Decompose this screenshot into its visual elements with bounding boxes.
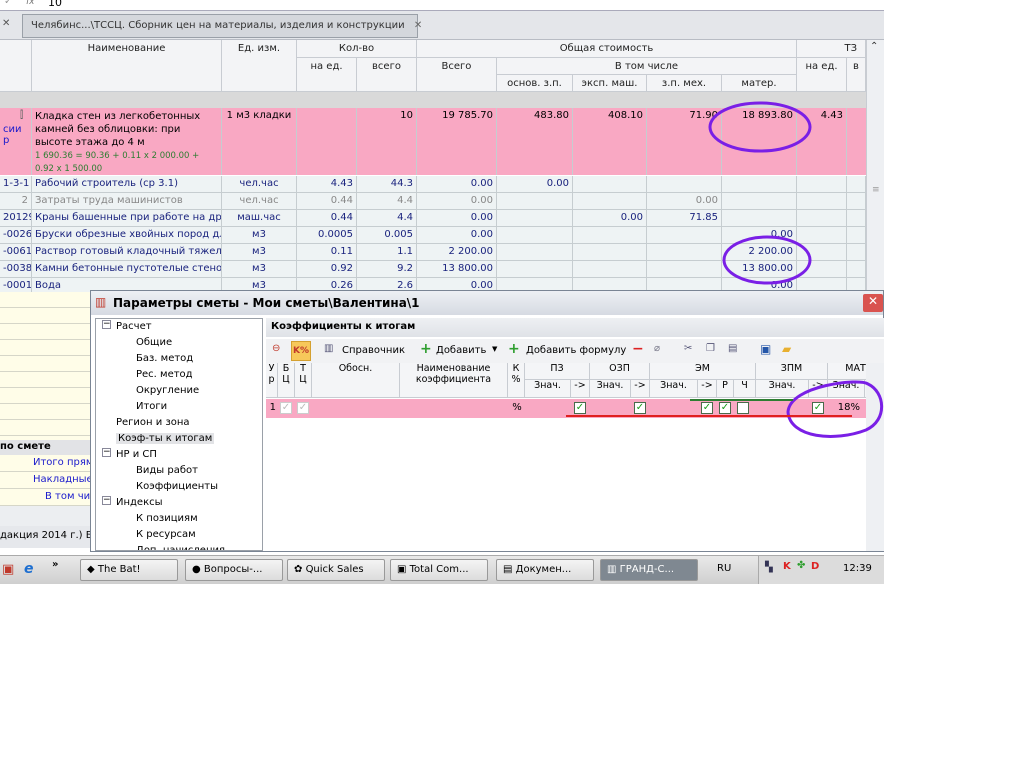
taskbar-item[interactable]: ▥ ГРАНД-С... <box>600 559 698 581</box>
taskbar-item[interactable]: ▣ Total Com... <box>390 559 488 581</box>
taskbar-item-label: ГРАНД-С... <box>619 564 675 575</box>
annotation-circle <box>786 380 883 438</box>
taskbar-item[interactable]: ✿ Quick Sales <box>287 559 385 581</box>
taskbar-item-label: The Bat! <box>97 564 141 575</box>
taskbar-item[interactable]: ◆ The Bat! <box>80 559 178 581</box>
app-icon: ▣ <box>397 564 410 575</box>
kaspersky-icon[interactable]: K <box>783 561 791 572</box>
app-icon: ▤ <box>503 564 516 575</box>
app-icon: ▥ <box>607 564 620 575</box>
language-indicator[interactable]: RU <box>713 559 743 581</box>
taskbar-item-label: Докумен... <box>515 564 572 575</box>
app-quicklaunch-icon[interactable]: ▣ <box>2 562 14 577</box>
taskbar-item-label: Вопросы-... <box>203 564 263 575</box>
ie-icon[interactable]: e <box>24 561 34 577</box>
taskbar-item-label: Total Com... <box>409 564 469 575</box>
taskbar-item-label: Quick Sales <box>305 564 364 575</box>
taskbar-item[interactable]: ▤ Докумен... <box>496 559 594 581</box>
d-icon[interactable]: D <box>811 561 819 572</box>
system-tray: ▚ K ✤ D 12:39 <box>758 556 884 584</box>
annotation-layer <box>566 101 883 438</box>
app-icon: ● <box>192 564 204 575</box>
app-icon: ◆ <box>87 564 98 575</box>
annotation-circle <box>708 101 812 153</box>
app-icon: ✿ <box>294 564 306 575</box>
clover-icon[interactable]: ✤ <box>797 560 805 571</box>
network-icon[interactable]: ▚ <box>765 562 773 573</box>
taskbar: ▣ e » RU ▚ K ✤ D 12:39 ◆ The Bat! ● Вопро… <box>0 555 884 584</box>
taskbar-item[interactable]: ● Вопросы-... <box>185 559 283 581</box>
chevron-more-icon[interactable]: » <box>52 559 58 570</box>
clock: 12:39 <box>843 563 872 574</box>
annotation-circle <box>722 235 812 285</box>
